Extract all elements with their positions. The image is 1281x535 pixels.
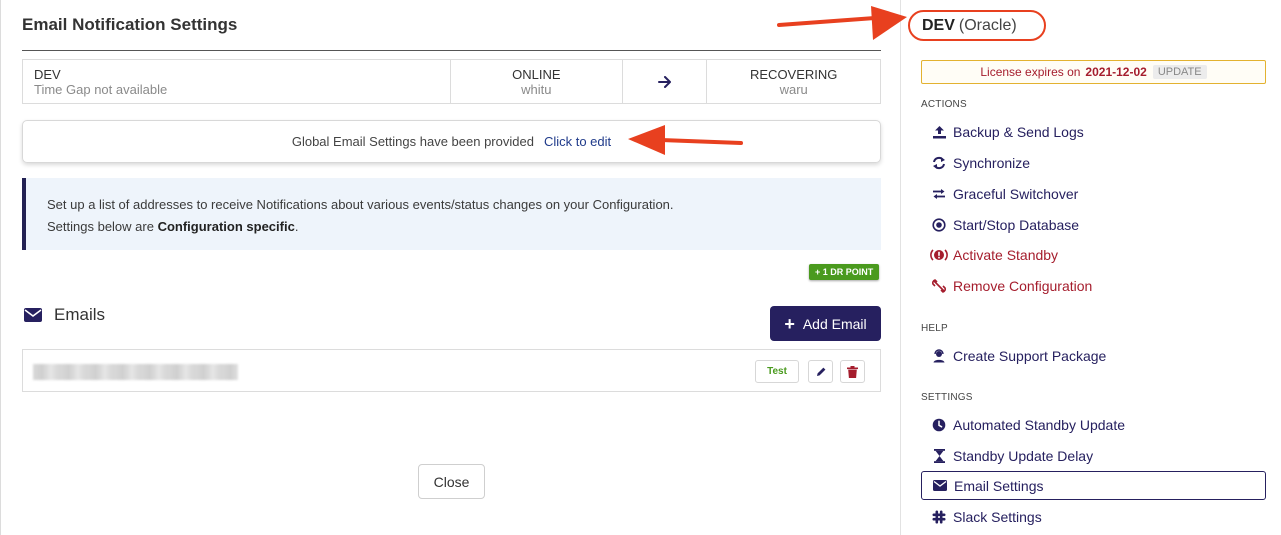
sidebar-item-remove-configuration[interactable]: Remove Configuration: [921, 271, 1266, 300]
sidebar-item-graceful-switchover[interactable]: Graceful Switchover: [921, 179, 1266, 208]
redacted-email-address: [33, 364, 238, 380]
title-divider: [22, 50, 881, 51]
upload-icon: [929, 124, 949, 140]
section-settings: SETTINGS: [921, 392, 973, 403]
dr-point-badge: + 1 DR POINT: [809, 264, 880, 280]
recovering-host: waru: [779, 81, 808, 97]
sidebar-item-label: Synchronize: [953, 154, 1031, 171]
sidebar-item-label: Start/Stop Database: [953, 216, 1080, 233]
section-help: HELP: [921, 323, 948, 334]
support-agent-icon: [929, 348, 949, 364]
recovering-cell: RECOVERING waru: [707, 60, 880, 103]
sidebar-item-slack-settings[interactable]: Slack Settings: [921, 502, 1266, 531]
info-line-2: Settings below are Configuration specifi…: [47, 216, 881, 238]
arrow-right-icon: [657, 75, 671, 88]
page: Email Notification Settings DEV Time Gap…: [0, 0, 1281, 535]
info-prefix: Settings below are: [47, 219, 158, 234]
recovering-label: RECOVERING: [750, 66, 838, 82]
online-host: whitu: [521, 81, 552, 97]
emails-heading-label: Emails: [54, 305, 106, 324]
license-date: 2021-12-02: [1085, 65, 1147, 79]
sidebar-item-label: Backup & Send Logs: [953, 123, 1084, 140]
click-to-edit-link[interactable]: Click to edit: [544, 134, 611, 149]
emails-heading: Emails: [24, 305, 105, 325]
edit-email-button[interactable]: [808, 360, 833, 383]
sidebar-item-standby-update-delay[interactable]: Standby Update Delay: [921, 441, 1266, 470]
info-line-1: Set up a list of addresses to receive No…: [47, 197, 674, 212]
sidebar-item-create-support-package[interactable]: Create Support Package: [921, 341, 1266, 370]
license-banner: License expires on 2021-12-02 UPDATE: [921, 60, 1266, 84]
email-row: Test: [22, 349, 881, 392]
sidebar-item-backup-send-logs[interactable]: Backup & Send Logs: [921, 117, 1266, 146]
close-button[interactable]: Close: [418, 464, 485, 499]
hourglass-icon: [929, 448, 949, 464]
primary-cell: DEV Time Gap not available: [23, 60, 452, 103]
sidebar-item-email-settings[interactable]: Email Settings: [921, 471, 1266, 500]
primary-name: DEV: [34, 66, 61, 82]
envelope-icon: [930, 478, 950, 494]
time-gap-text: Time Gap not available: [34, 81, 168, 97]
switch-arrows-icon: [929, 186, 949, 202]
database-type: (Oracle): [958, 16, 1017, 34]
sidebar-item-activate-standby[interactable]: Activate Standby: [921, 240, 1266, 269]
add-email-label: Add Email: [802, 315, 867, 332]
license-text: License expires on: [980, 65, 1081, 79]
configuration-name: DEV: [922, 16, 955, 34]
sidebar-item-label: Remove Configuration: [953, 277, 1093, 294]
add-email-button[interactable]: + Add Email: [770, 306, 881, 341]
sidebar-item-label: Slack Settings: [953, 508, 1042, 525]
sidebar-item-start-stop-database[interactable]: Start/Stop Database: [921, 210, 1266, 239]
online-label: ONLINE: [512, 66, 561, 82]
sidebar-item-synchronize[interactable]: Synchronize: [921, 148, 1266, 177]
sidebar-item-label: Graceful Switchover: [953, 185, 1079, 202]
record-icon: [929, 217, 949, 233]
global-settings-text: Global Email Settings have been provided: [291, 134, 534, 149]
sidebar-item-label: Standby Update Delay: [953, 447, 1094, 464]
license-update-button[interactable]: UPDATE: [1152, 65, 1207, 79]
delete-email-button[interactable]: [840, 360, 865, 383]
plus-icon: +: [784, 313, 795, 334]
test-email-button[interactable]: Test: [755, 360, 799, 383]
sidebar-item-automated-standby-update[interactable]: Automated Standby Update: [921, 410, 1266, 439]
unlink-icon: [929, 278, 949, 294]
info-callout: Set up a list of addresses to receive No…: [22, 178, 881, 250]
sidebar-item-label: Email Settings: [954, 477, 1044, 494]
sidebar-item-label: Activate Standby: [953, 246, 1059, 263]
section-actions: ACTIONS: [921, 99, 967, 110]
slack-icon: [929, 509, 949, 525]
page-title: Email Notification Settings: [22, 15, 238, 34]
online-cell: ONLINE whitu: [451, 60, 623, 103]
configuration-title: DEV (Oracle): [908, 10, 1046, 41]
info-bold: Configuration specific: [157, 219, 295, 234]
sidebar-item-label: Automated Standby Update: [953, 416, 1126, 433]
alert-icon: [929, 247, 949, 263]
info-suffix: .: [294, 219, 299, 234]
email-settings-panel: Email Notification Settings DEV Time Gap…: [0, 0, 900, 535]
clock-icon: [929, 417, 949, 433]
arrow-cell: [623, 60, 708, 103]
envelope-icon: [24, 308, 42, 322]
sidebar-item-label: Create Support Package: [953, 347, 1107, 364]
configuration-status-bar: DEV Time Gap not available ONLINE whitu …: [22, 59, 881, 104]
pencil-icon: [816, 367, 825, 376]
sync-icon: [929, 155, 949, 171]
global-email-settings-notice: Global Email Settings have been provided…: [22, 120, 881, 163]
trash-icon: [847, 365, 858, 378]
